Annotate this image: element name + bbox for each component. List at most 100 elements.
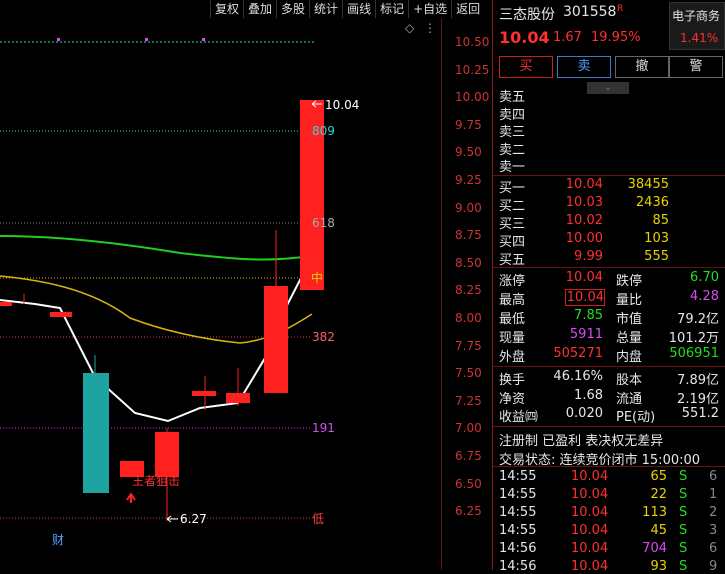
tick-volume: 22 xyxy=(650,487,667,502)
bid-price: 10.02 xyxy=(565,213,603,228)
low-price-label: 6.27 xyxy=(180,512,207,526)
toolbar-button-5[interactable]: 标记 xyxy=(375,0,408,18)
annotation-label: 王者狙击 xyxy=(132,474,180,488)
price-tick: 8.75 xyxy=(455,228,482,243)
bid-volume: 555 xyxy=(644,249,669,264)
tick-volume: 65 xyxy=(650,469,667,484)
stat-label: 外盘 xyxy=(499,350,526,365)
fib-382-label: 382 xyxy=(312,330,335,344)
chart-toolbar: 复权 叠加 多股 统计 画线 标记 +自选 返回 xyxy=(210,0,484,18)
bid-label: 买五 xyxy=(499,253,526,268)
stat-label: 跌停 xyxy=(616,274,643,289)
price-tick: 9.75 xyxy=(455,117,482,132)
tick-count: 6 xyxy=(709,469,718,484)
stat-value: 0.020 xyxy=(565,406,603,421)
toolbar-button-2[interactable]: 多股 xyxy=(276,0,309,18)
more-icon[interactable]: ⋮ xyxy=(424,21,436,35)
price-tick: 7.25 xyxy=(455,393,482,408)
toolbar-button-0[interactable]: 复权 xyxy=(210,0,243,18)
fib-618-label: 618 xyxy=(312,216,335,230)
price-tick: 6.50 xyxy=(455,476,482,491)
low-mark-label: 低 xyxy=(312,512,324,526)
toolbar-button-1[interactable]: 叠加 xyxy=(243,0,276,18)
tick-volume: 45 xyxy=(650,523,667,538)
price-tick: 7.50 xyxy=(455,366,482,381)
price-tick: 9.50 xyxy=(455,145,482,160)
high-price-label: 10.04 xyxy=(325,98,359,112)
candles xyxy=(0,100,324,521)
tick-price: 10.04 xyxy=(571,505,609,520)
mid-label: 中 xyxy=(311,270,323,285)
ask-label: 卖一 xyxy=(499,160,526,175)
stat-value: 551.2 xyxy=(681,406,719,421)
bid-volume: 2436 xyxy=(635,195,669,210)
stat-label: 流通 xyxy=(616,391,643,407)
tick-price: 10.04 xyxy=(571,487,609,502)
sell-button[interactable]: 卖 xyxy=(557,56,611,78)
stock-code: 301558 xyxy=(563,4,617,20)
bid-volume: 38455 xyxy=(627,177,669,192)
ask-label: 卖三 xyxy=(499,125,526,140)
price-tick: 6.25 xyxy=(455,504,482,519)
finance-mark[interactable]: 财 xyxy=(52,533,64,547)
bid-label: 买一 xyxy=(499,181,526,196)
stat-value: 101.2万 xyxy=(668,331,719,346)
current-price: 10.04 xyxy=(499,28,550,47)
stock-name: 三态股份 xyxy=(499,7,555,23)
price-tick: 10.50 xyxy=(455,35,490,49)
fib-191-label: 191 xyxy=(312,421,335,435)
price-change: 1.67 xyxy=(553,30,582,45)
bid-volume: 85 xyxy=(652,213,669,228)
stat-value: 4.28 xyxy=(690,289,719,304)
tick-price: 10.04 xyxy=(571,523,609,538)
tick-time: 14:56 xyxy=(499,559,537,574)
stat-value: 7.85 xyxy=(574,308,603,323)
bid-label: 买二 xyxy=(499,199,526,214)
alert-button[interactable]: 警 xyxy=(669,56,723,78)
tick-side: S xyxy=(679,505,688,520)
stat-label: PE(动) xyxy=(616,410,656,425)
price-tick: 10.00 xyxy=(455,90,490,105)
tick-price: 10.04 xyxy=(571,559,609,574)
tick-time: 14:55 xyxy=(499,469,537,484)
toolbar-button-3[interactable]: 统计 xyxy=(309,0,342,18)
price-tick: 7.75 xyxy=(455,338,482,353)
ask-label: 卖五 xyxy=(499,90,526,105)
toolbar-button-4[interactable]: 画线 xyxy=(342,0,375,18)
ask-label: 卖四 xyxy=(499,107,526,123)
stat-value: 6.70 xyxy=(690,270,719,285)
tick-time: 14:55 xyxy=(499,523,537,538)
industry-box[interactable]: 电子商务 1.41% xyxy=(669,2,725,50)
tick-price: 10.04 xyxy=(571,541,609,556)
stat-label: 最高 xyxy=(499,293,526,308)
stat-label: 换手 xyxy=(499,373,526,388)
candlestick-chart[interactable]: 10.04 809 618 382 191 低 中 6.27 王者狙击 财 ◇ … xyxy=(0,18,440,570)
stat-label: 涨停 xyxy=(499,274,526,289)
bid-price: 9.99 xyxy=(574,249,603,264)
bid-volume: 103 xyxy=(644,231,669,246)
tick-count: 3 xyxy=(709,523,718,538)
stat-label: 净资 xyxy=(499,391,526,407)
cancel-button[interactable]: 撤 xyxy=(615,56,669,78)
tick-volume: 704 xyxy=(642,541,667,556)
tick-count: 6 xyxy=(709,541,718,556)
collapse-chevron-icon[interactable]: ⌄ xyxy=(587,82,629,94)
toolbar-button-6[interactable]: +自选 xyxy=(408,0,451,18)
toolbar-button-7[interactable]: 返回 xyxy=(451,0,484,18)
diamond-icon[interactable]: ◇ xyxy=(405,21,415,35)
stat-value: 506951 xyxy=(669,346,719,361)
tick-side: S xyxy=(679,469,688,484)
price-tick: 9.00 xyxy=(455,200,482,215)
price-tick: 8.00 xyxy=(455,311,482,325)
buy-button[interactable]: 买 xyxy=(499,56,553,78)
stock-tag: R xyxy=(617,4,624,14)
quote-panel: 三态股份 301558 R 电子商务 1.41% 10.04 1.67 19.9… xyxy=(492,0,725,574)
bid-price: 10.03 xyxy=(565,195,603,210)
price-tick: 6.75 xyxy=(455,449,482,463)
stat-label: 内盘 xyxy=(616,350,643,365)
stat-value: 10.04 xyxy=(565,289,605,306)
info-tags: 注册制 已盈利 表决权无差异 xyxy=(499,434,664,449)
price-tick: 8.50 xyxy=(455,255,482,270)
bid-label: 买四 xyxy=(499,235,526,250)
tick-time: 14:55 xyxy=(499,487,537,502)
